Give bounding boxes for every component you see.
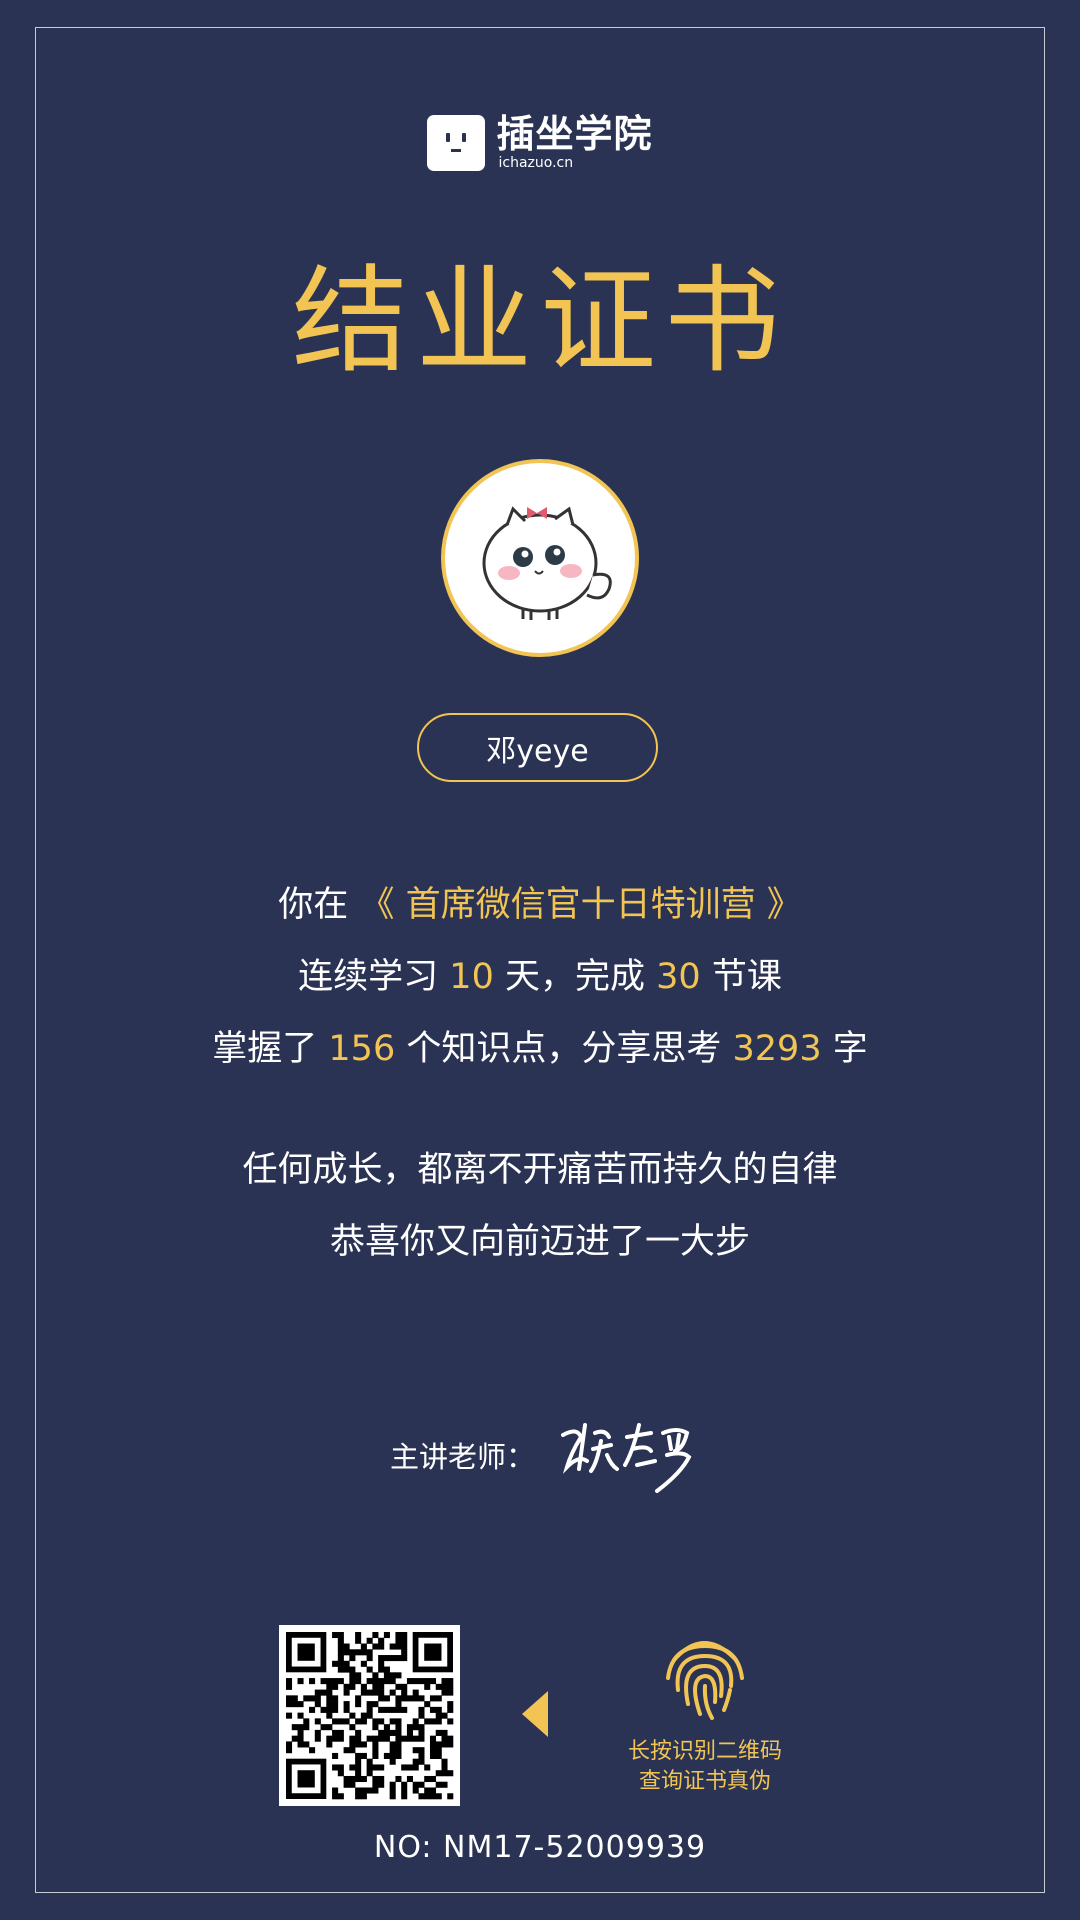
certificate-title: 结业证书 [292,254,788,389]
verify-qr-code[interactable] [279,1625,460,1806]
teacher-signature [561,1423,692,1493]
teacher-block: 主讲老师： [390,1415,705,1495]
knowledge-stats-line: 掌握了 156 个知识点，分享思考 3293 字 [212,1029,868,1069]
certificate-number: NO: NM17-52009939 [373,1830,707,1865]
cat-avatar-icon [482,506,612,620]
student-name-badge: 邓yeye [417,713,658,782]
chazuo-logo-icon [427,115,486,171]
shared-words: 3293 [732,1029,822,1069]
study-days: 10 [449,957,494,997]
verify-hint-line-2: 查询证书真伪 [638,1769,771,1794]
motto-line-2: 恭喜你又向前迈进了一大步 [329,1222,750,1262]
avatar [441,459,639,657]
course-line: 你在 《 首席微信官十日特训营 》 [278,885,802,925]
verify-hint-line-1: 长按识别二维码 [627,1739,782,1764]
brand-url: ichazuo.cn [498,155,574,171]
triangle-left-icon [522,1691,548,1737]
study-stats-line: 连续学习 10 天，完成 30 节课 [298,957,782,997]
teacher-label: 主讲老师： [390,1440,536,1474]
course-name: 《 首席微信官十日特训营 》 [359,885,802,925]
lesson-count: 30 [656,957,701,997]
knowledge-points: 156 [328,1029,396,1069]
fingerprint-icon [666,1641,744,1720]
brand-logo: 插坐学院 ichazuo.cn [0,114,1080,172]
student-name: 邓yeye [486,733,589,769]
brand-name: 插坐学院 [496,112,653,156]
motto-line-1: 任何成长，都离不开痛苦而持久的自律 [242,1150,838,1190]
